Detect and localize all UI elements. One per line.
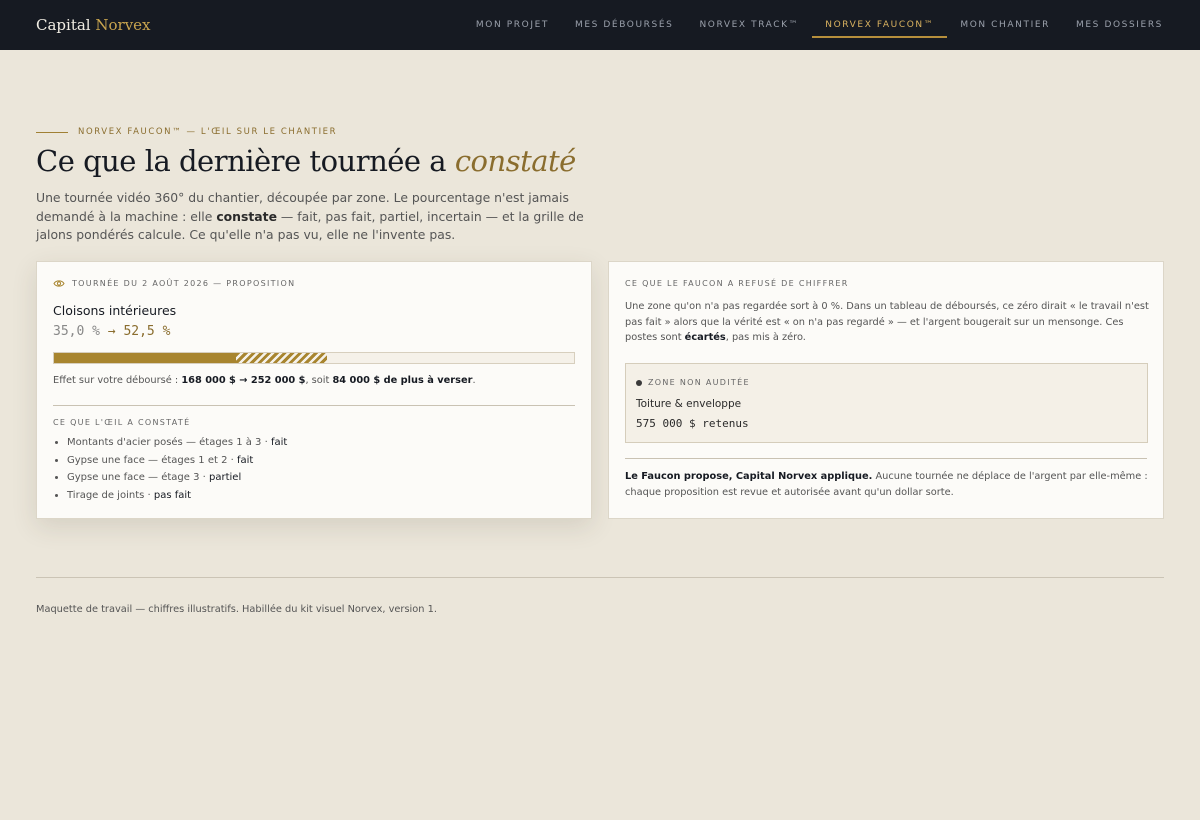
effect-prefix: Effet sur votre déboursé : [53, 375, 182, 386]
refused-zones-card: CE QUE LE FAUCON A REFUSÉ DE CHIFFRER Un… [608, 261, 1164, 519]
nav-item-norvex-track[interactable]: NORVEX TRACK™ [686, 0, 812, 50]
effect-mid: , soit [305, 375, 333, 386]
top-navigation-bar: Capital Norvex MON PROJET MES DÉBOURSÉS … [0, 0, 1200, 50]
page-title-plain: Ce que la dernière tournée a [36, 144, 455, 178]
observation-status: fait [270, 437, 288, 448]
eyebrow-text: NORVEX FAUCON™ — L'ŒIL SUR LE CHANTIER [78, 127, 338, 137]
eyebrow-rule [36, 131, 68, 133]
list-item: Tirage de joints · pas fait [67, 487, 287, 505]
arrow-icon: → [107, 324, 116, 339]
nav-item-mes-dossiers[interactable]: MES DOSSIERS [1063, 0, 1176, 50]
observation-status: fait [237, 454, 254, 466]
observation-status: partiel [209, 472, 242, 483]
observation-status: pas fait [153, 489, 192, 501]
brand-name: Capital [36, 16, 91, 34]
zone-name: Cloisons intérieures [53, 303, 177, 318]
nav-item-mon-projet[interactable]: MON PROJET [463, 0, 562, 50]
observations-list: Montants d'acier posés — étages 1 à 3 · … [67, 434, 287, 504]
nav-item-mes-debourses[interactable]: MES DÉBOURSÉS [562, 0, 687, 50]
observation-text: Gypse une face — étages 1 et 2 · [67, 454, 237, 466]
refused-heading: CE QUE LE FAUCON A REFUSÉ DE CHIFFRER [625, 279, 849, 288]
disbursement-effect: Effet sur votre déboursé : 168 000 $ → 2… [53, 375, 476, 386]
list-item: Gypse une face — étages 1 et 2 · fait [67, 452, 287, 470]
refused-explanation: Une zone qu'on n'a pas regardée sort à 0… [625, 299, 1150, 346]
page-title: Ce que la dernière tournée a constaté [36, 144, 576, 178]
brand-accent: Norvex [95, 16, 151, 34]
page-title-emphasis: constaté [454, 144, 577, 178]
list-item: Gypse une face — étage 3 · partiel [67, 469, 287, 487]
nav-item-norvex-faucon[interactable]: NORVEX FAUCON™ [812, 0, 948, 50]
eye-icon [53, 280, 65, 287]
effect-delta: 84 000 $ de plus à verser [332, 375, 473, 386]
progress-proposed [236, 353, 327, 363]
percent-change: 35,0 % → 52,5 % [53, 324, 170, 339]
footer-bold: Le Faucon propose, Capital Norvex appliq… [625, 471, 873, 482]
intro-paragraph: Une tournée vidéo 360° du chantier, déco… [36, 189, 596, 245]
brand-logo[interactable]: Capital Norvex [36, 16, 151, 34]
unaudited-label: ZONE NON AUDITÉE [648, 378, 750, 387]
tour-proposal-card: TOURNÉE DU 2 AOÛT 2026 — PROPOSITION Clo… [36, 261, 592, 519]
observations-title: CE QUE L'ŒIL A CONSTATÉ [53, 418, 191, 427]
observation-text: Montants d'acier posés — étages 1 à 3 · [67, 437, 271, 448]
progress-bar [53, 352, 575, 364]
divider [53, 405, 575, 406]
refused-text-2: , pas mis à zéro. [725, 332, 806, 343]
divider [625, 458, 1147, 459]
list-item: Montants d'acier posés — étages 1 à 3 · … [67, 434, 287, 452]
unaudited-zone-name: Toiture & enveloppe [636, 398, 742, 410]
page-divider [36, 577, 1164, 578]
footnote: Maquette de travail — chiffres illustrat… [36, 604, 437, 615]
tour-heading: TOURNÉE DU 2 AOÛT 2026 — PROPOSITION [53, 279, 295, 288]
intro-bold: constate [216, 208, 277, 224]
observation-text: Tirage de joints · [67, 489, 154, 501]
main-nav: MON PROJET MES DÉBOURSÉS NORVEX TRACK™ N… [463, 0, 1176, 50]
percent-to: 52,5 % [123, 324, 171, 339]
nav-item-mon-chantier[interactable]: MON CHANTIER [947, 0, 1063, 50]
effect-amounts: 168 000 $ → 252 000 $ [181, 375, 306, 386]
unaudited-heading: ZONE NON AUDITÉE [636, 378, 750, 387]
effect-end: . [472, 375, 476, 386]
unaudited-zone-box: ZONE NON AUDITÉE Toiture & enveloppe 575… [625, 363, 1148, 443]
percent-from: 35,0 % [53, 324, 100, 339]
eyebrow: NORVEX FAUCON™ — L'ŒIL SUR LE CHANTIER [36, 127, 337, 137]
observation-text: Gypse une face — étage 3 · [67, 472, 209, 483]
refused-footer-note: Le Faucon propose, Capital Norvex appliq… [625, 469, 1150, 500]
bullet-dot-icon [636, 379, 642, 386]
progress-previous [54, 353, 236, 363]
tour-heading-label: TOURNÉE DU 2 AOÛT 2026 — PROPOSITION [72, 279, 296, 288]
refused-text-bold: écartés [684, 332, 726, 343]
unaudited-amount: 575 000 $ retenus [636, 417, 749, 430]
